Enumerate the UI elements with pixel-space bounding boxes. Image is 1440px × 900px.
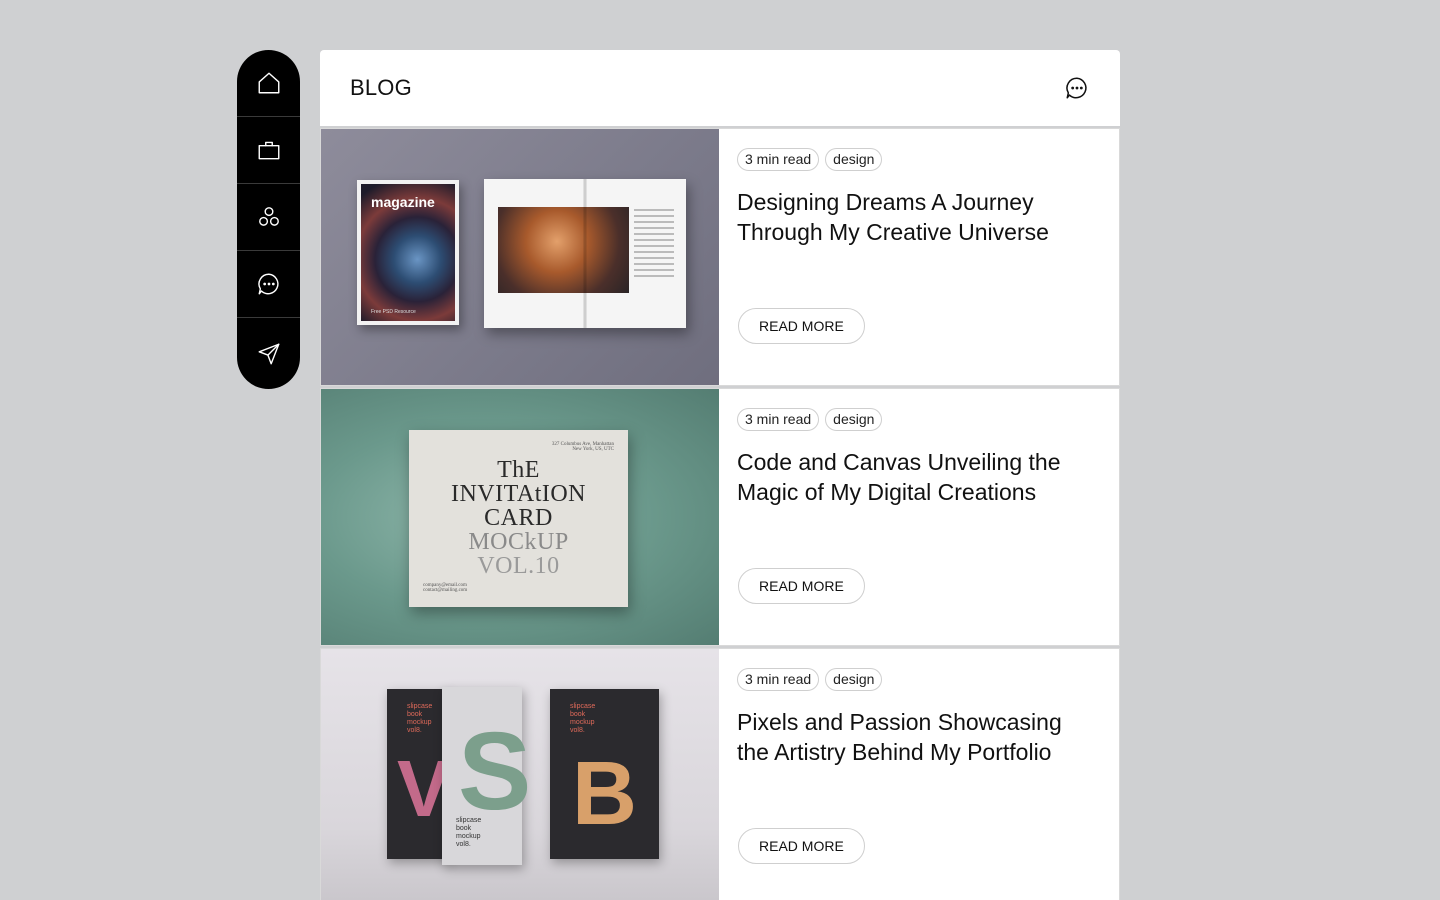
read-time-badge: 3 min read bbox=[737, 408, 820, 431]
chat-icon[interactable] bbox=[1064, 75, 1090, 101]
chat-icon bbox=[257, 273, 279, 295]
card-line: ThE bbox=[497, 457, 540, 483]
book-letter: B bbox=[572, 744, 637, 844]
sidebar-item-portfolio[interactable] bbox=[237, 117, 300, 184]
category-tag[interactable]: design bbox=[825, 668, 883, 691]
post-tags: 3 min read design bbox=[737, 408, 1101, 431]
post-body: 3 min read design Pixels and Passion Sho… bbox=[719, 649, 1119, 900]
sidebar-item-blog[interactable] bbox=[237, 251, 300, 318]
magazine-cover-title: magazine bbox=[371, 194, 435, 210]
post-thumbnail-invitation[interactable]: 327 Columbus Ave, Manhattan New York, US,… bbox=[321, 389, 719, 645]
card-text: ThE INVITAtION CARD MOCkUP VOL.10 bbox=[409, 458, 628, 578]
post-thumbnail-books[interactable]: slipcase book mockup vol8. V S slipcase … bbox=[321, 649, 719, 900]
post-tags: 3 min read design bbox=[737, 148, 1101, 171]
circles-icon bbox=[258, 207, 279, 226]
book-mockup: slipcase book mockup vol8. V bbox=[387, 689, 450, 859]
category-tag[interactable]: design bbox=[825, 148, 883, 171]
book-mockup: S slipcase book mockup vol8. bbox=[442, 687, 531, 865]
read-more-button[interactable]: READ MORE bbox=[738, 568, 865, 604]
read-more-button[interactable]: READ MORE bbox=[738, 828, 865, 864]
sidebar-item-services[interactable] bbox=[237, 184, 300, 251]
card-line: MOCkUP bbox=[468, 529, 569, 555]
magazine-spread bbox=[484, 179, 686, 328]
post-title[interactable]: Pixels and Passion Showcasing the Artist… bbox=[737, 707, 1097, 767]
post-body: 3 min read design Designing Dreams A Jou… bbox=[719, 129, 1119, 385]
magazine-cover-caption: Free PSD Resource bbox=[371, 309, 416, 315]
category-tag[interactable]: design bbox=[825, 408, 883, 431]
read-more-button[interactable]: READ MORE bbox=[738, 308, 865, 344]
card-address: 327 Columbus Ave, Manhattan New York, US,… bbox=[551, 442, 614, 452]
blog-post-card: magazine Free PSD Resource 3 min read de… bbox=[320, 128, 1120, 386]
home-icon bbox=[258, 72, 279, 94]
post-title[interactable]: Designing Dreams A Journey Through My Cr… bbox=[737, 187, 1097, 247]
send-icon bbox=[258, 343, 279, 364]
book-label: slipcase book mockup vol8. bbox=[570, 703, 596, 734]
sidebar-item-home[interactable] bbox=[237, 50, 300, 117]
magazine-cover: magazine Free PSD Resource bbox=[357, 180, 459, 325]
card-line: CARD bbox=[484, 505, 553, 531]
post-thumbnail-magazine[interactable]: magazine Free PSD Resource bbox=[321, 129, 719, 385]
blog-post-card: slipcase book mockup vol8. V S slipcase … bbox=[320, 648, 1120, 900]
magazine-text-lines bbox=[634, 209, 674, 281]
main-panel: BLOG magazine Free PSD Resource 3 min re… bbox=[320, 50, 1120, 900]
post-list: magazine Free PSD Resource 3 min read de… bbox=[320, 128, 1120, 900]
blog-post-card: 327 Columbus Ave, Manhattan New York, US,… bbox=[320, 388, 1120, 646]
magazine-photo bbox=[498, 207, 629, 293]
read-time-badge: 3 min read bbox=[737, 148, 820, 171]
post-title[interactable]: Code and Canvas Unveiling the Magic of M… bbox=[737, 447, 1097, 507]
book-label: slipcase book mockup vol8. bbox=[456, 817, 482, 848]
book-mockup: slipcase book mockup vol8. B bbox=[550, 689, 659, 859]
sidebar-item-contact[interactable] bbox=[237, 318, 300, 389]
post-body: 3 min read design Code and Canvas Unveil… bbox=[719, 389, 1119, 645]
read-time-badge: 3 min read bbox=[737, 668, 820, 691]
card-line: VOL.10 bbox=[477, 553, 560, 579]
card-footer: company@email.com contact@mailing.com bbox=[423, 583, 468, 593]
book-label: slipcase book mockup vol8. bbox=[407, 703, 433, 734]
briefcase-icon bbox=[258, 141, 279, 160]
card-line: INVITAtION bbox=[450, 481, 587, 507]
invitation-card: 327 Columbus Ave, Manhattan New York, US,… bbox=[409, 430, 628, 607]
blog-header: BLOG bbox=[320, 50, 1120, 126]
sidebar-nav bbox=[237, 50, 300, 389]
post-tags: 3 min read design bbox=[737, 668, 1101, 691]
book-letter: S bbox=[458, 710, 532, 833]
page-title: BLOG bbox=[350, 75, 412, 100]
